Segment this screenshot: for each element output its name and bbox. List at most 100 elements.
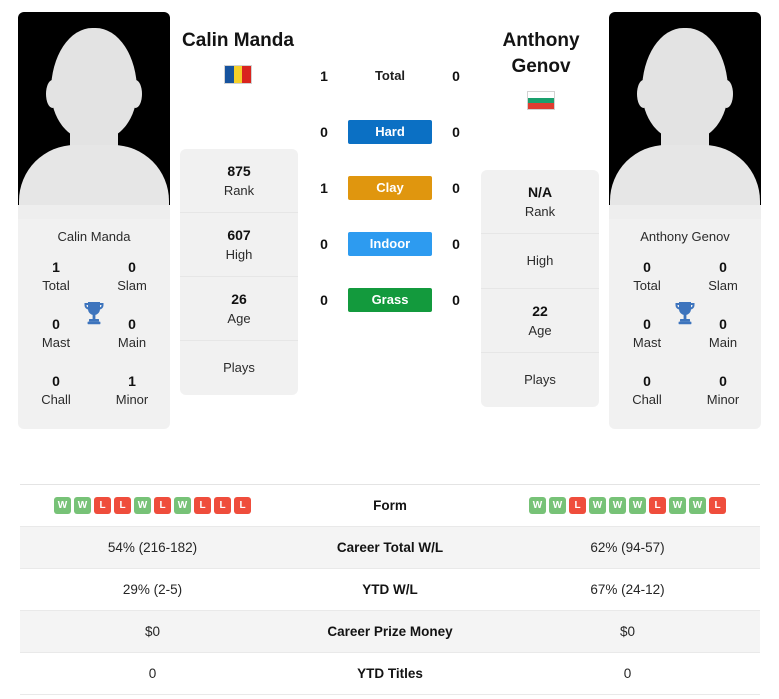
h2h-surface-badge-clay[interactable]: Clay: [348, 176, 432, 200]
info-section-age: 22 Age: [481, 289, 599, 353]
form-pill-win: W: [74, 497, 91, 514]
table-row: $0 Career Prize Money $0: [20, 611, 760, 653]
trophy-icon: [84, 302, 104, 325]
title-stat: 0 Slam: [685, 248, 761, 305]
form-pill-loss: L: [709, 497, 726, 514]
h2h-right-score: 0: [452, 292, 460, 308]
h2h-right-score: 0: [452, 68, 460, 84]
form-pill-win: W: [529, 497, 546, 514]
info-section-rank: 875 Rank: [180, 149, 298, 213]
title-value: 0: [643, 259, 651, 275]
title-value: 1: [52, 259, 60, 275]
right-stat-value: 62% (94-57): [590, 540, 665, 555]
form-pill-win: W: [174, 497, 191, 514]
title-value: 0: [719, 373, 727, 389]
bulgaria-flag-icon: [527, 91, 555, 110]
left-player-name: Calin Manda: [182, 30, 294, 51]
right-titles-grid: 0 Total 0 Slam 0 Mast 0 Main 0 Chall 0 M…: [609, 248, 761, 419]
info-label: High: [526, 253, 554, 268]
avatar-ear-left-shape: [46, 80, 59, 108]
avatar-base-fade: [609, 205, 761, 219]
h2h-surface-badge-indoor[interactable]: Indoor: [348, 232, 432, 256]
form-pill-win: W: [629, 497, 646, 514]
h2h-row-clay: 1 Clay 0: [303, 174, 477, 202]
right-player-titles-card: Anthony Genov 0 Total 0 Slam 0 Mast 0 Ma…: [609, 219, 761, 429]
romania-flag-icon: [224, 65, 252, 84]
right-player-heading: Anthony Genov: [451, 28, 631, 110]
info-label: High: [225, 247, 253, 262]
form-pill-loss: L: [94, 497, 111, 514]
h2h-row-indoor: 0 Indoor 0: [303, 230, 477, 258]
title-label: Total: [42, 278, 70, 293]
info-label: Plays: [524, 372, 556, 387]
table-row: 54% (216-182) Career Total W/L 62% (94-5…: [20, 527, 760, 569]
left-stat-value: $0: [144, 624, 161, 639]
right-player-card-name: Anthony Genov: [640, 229, 730, 244]
h2h-right-score: 0: [452, 180, 460, 196]
avatar-ear-right-shape: [720, 80, 733, 108]
info-label: Age: [528, 323, 552, 338]
left-player-info-card: 875 Rank 607 High 26 Age Plays: [180, 149, 298, 395]
h2h-surface-label: Total: [374, 68, 406, 83]
stat-label: Career Total W/L: [336, 540, 444, 555]
form-pill-loss: L: [234, 497, 251, 514]
h2h-left-score: 1: [320, 180, 328, 196]
avatar-base-fade: [18, 205, 170, 219]
title-stat: 0 Chall: [18, 362, 94, 419]
info-section-high: 607 High: [180, 213, 298, 277]
info-value: 26: [231, 291, 247, 307]
comparison-stats-table: WWLLWLWLLL Form WWLWWWLWWL 54% (216-182)…: [20, 484, 760, 695]
form-pill-win: W: [134, 497, 151, 514]
right-player-avatar: [609, 12, 761, 219]
trophy-icon: [675, 302, 695, 325]
title-value: 0: [643, 373, 651, 389]
info-value: 22: [532, 303, 548, 319]
title-label: Minor: [115, 392, 149, 407]
h2h-right-score: 0: [452, 236, 460, 252]
avatar-ear-left-shape: [637, 80, 650, 108]
title-label: Main: [117, 335, 147, 350]
title-label: Chall: [632, 392, 662, 407]
stat-label: YTD Titles: [357, 666, 423, 681]
right-form-strip: WWLWWWLWWL: [529, 497, 726, 514]
title-stat: 0 Minor: [685, 362, 761, 419]
table-row: 29% (2-5) YTD W/L 67% (24-12): [20, 569, 760, 611]
table-row: 0 YTD Titles 0: [20, 653, 760, 695]
title-label: Chall: [41, 392, 71, 407]
title-value: 0: [719, 259, 727, 275]
left-player-card-name: Calin Manda: [57, 229, 131, 244]
title-label: Minor: [706, 392, 740, 407]
avatar-ear-right-shape: [129, 80, 142, 108]
form-pill-loss: L: [214, 497, 231, 514]
right-stat-value: 0: [623, 666, 632, 681]
form-pill-loss: L: [194, 497, 211, 514]
info-section-plays: Plays: [481, 353, 599, 407]
title-label: Slam: [708, 278, 738, 293]
form-pill-win: W: [549, 497, 566, 514]
info-section-rank: N/A Rank: [481, 170, 599, 234]
title-label: Main: [708, 335, 738, 350]
h2h-row-hard: 0 Hard 0: [303, 118, 477, 146]
form-pill-win: W: [589, 497, 606, 514]
info-value: N/A: [527, 184, 553, 200]
info-value: 875: [227, 163, 251, 179]
stat-label: YTD W/L: [362, 582, 418, 597]
h2h-surface-badge-grass[interactable]: Grass: [348, 288, 432, 312]
form-pill-loss: L: [114, 497, 131, 514]
form-pill-loss: L: [569, 497, 586, 514]
title-stat: 1 Total: [18, 248, 94, 305]
player-comparison-page: Calin Manda 1 Total 0 Slam 0 Mast 0 Main…: [0, 0, 779, 699]
form-pill-win: W: [689, 497, 706, 514]
right-stat-value: 67% (24-12): [590, 582, 665, 597]
info-section-high: High: [481, 234, 599, 289]
h2h-left-score: 0: [320, 124, 328, 140]
left-stat-value: 0: [148, 666, 157, 681]
form-pill-win: W: [669, 497, 686, 514]
comparison-header: Calin Manda 1 Total 0 Slam 0 Mast 0 Main…: [0, 0, 779, 478]
title-label: Total: [633, 278, 661, 293]
h2h-left-score: 0: [320, 292, 328, 308]
right-form-cell: WWLWWWLWWL: [495, 497, 760, 514]
right-player-name-line1: Anthony: [502, 30, 580, 51]
h2h-surface-badge-hard[interactable]: Hard: [348, 120, 432, 144]
right-player-name-line2: Genov: [511, 56, 571, 77]
